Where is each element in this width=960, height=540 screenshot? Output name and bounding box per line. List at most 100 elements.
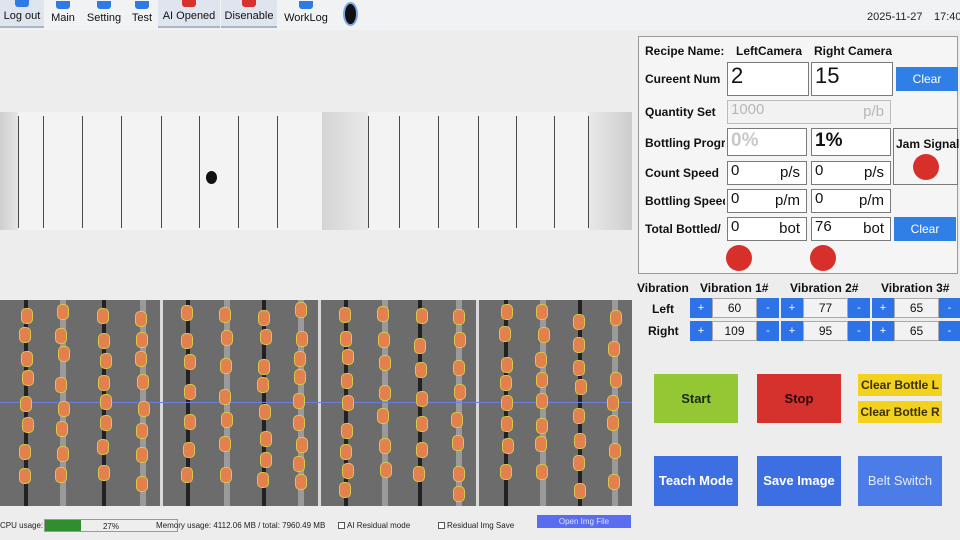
vibration-3-left-minus[interactable]: - [939, 298, 960, 318]
detected-item [501, 395, 513, 411]
quantity-set-field[interactable]: 1000 p/b [727, 100, 891, 124]
detected-item [574, 483, 586, 499]
detected-item [379, 385, 391, 401]
detected-item [573, 337, 585, 353]
detected-item [339, 482, 351, 498]
current-num-left-field: 2 [727, 62, 809, 96]
detected-item [536, 372, 548, 388]
jam-signal-label: Jam Signal [896, 137, 960, 151]
vibration-1-header: Vibration 1# [700, 281, 769, 295]
detected-item [19, 444, 31, 460]
detected-item [608, 341, 620, 357]
detected-item [415, 362, 427, 378]
detected-item [55, 377, 67, 393]
detected-item [574, 433, 586, 449]
vibration-title: Vibration [637, 281, 689, 295]
residual-img-checkbox[interactable]: Residual Img Save [438, 521, 514, 530]
vibration-1-right-minus[interactable]: - [757, 321, 779, 341]
time-text: 17:40 [934, 11, 960, 23]
vibration-1-right-plus[interactable]: + [690, 321, 712, 341]
vibration-2-right-minus[interactable]: - [848, 321, 870, 341]
vibration-2-right-control: + 95 - [781, 321, 871, 341]
vibration-3-right-value: 65 [894, 321, 939, 341]
detected-item [19, 327, 31, 343]
vibration-1-right-control: + 109 - [690, 321, 780, 341]
logout-button[interactable]: Log out [0, 0, 44, 28]
detected-item [19, 468, 31, 484]
right-camera-header: Right Camera [814, 44, 893, 58]
vibration-left-label: Left [652, 302, 674, 316]
stop-button[interactable]: Stop [757, 374, 841, 423]
detected-item [181, 305, 193, 321]
clear-bottle-l-button[interactable]: Clear Bottle L [858, 374, 942, 396]
detected-item [502, 438, 514, 454]
main-button[interactable]: Main [45, 0, 81, 28]
detected-item [342, 395, 354, 411]
detected-item [136, 476, 148, 492]
disenable-button[interactable]: Disenable [221, 0, 277, 28]
top-toolbar: Log out Main Setting Test AI Opened Dise… [0, 0, 960, 30]
vibration-1-left-plus[interactable]: + [690, 298, 712, 318]
vibration-3-header: Vibration 3# [881, 281, 950, 295]
save-image-button[interactable]: Save Image [757, 456, 841, 506]
vibration-3-left-value: 65 [894, 298, 939, 318]
ai-opened-button[interactable]: AI Opened [158, 0, 220, 28]
detected-item [453, 309, 465, 325]
vibration-2-header: Vibration 2# [790, 281, 859, 295]
clear-current-num-button[interactable]: Clear [896, 67, 958, 91]
detected-item [377, 306, 389, 322]
detected-item [342, 463, 354, 479]
vibration-3-right-minus[interactable]: - [939, 321, 960, 341]
detected-item [341, 423, 353, 439]
setting-button[interactable]: Setting [82, 0, 126, 28]
detected-item [221, 412, 233, 428]
ai-icon [182, 0, 196, 7]
start-button[interactable]: Start [654, 374, 738, 423]
clear-bottle-r-button[interactable]: Clear Bottle R [858, 401, 942, 423]
detected-item [97, 308, 109, 324]
detected-item [296, 437, 308, 453]
vibration-3-right-plus[interactable]: + [872, 321, 894, 341]
detected-item [538, 327, 550, 343]
detected-item [536, 418, 548, 434]
detected-item [573, 408, 585, 424]
detected-item [452, 435, 464, 451]
detected-item [21, 308, 33, 324]
teach-mode-button[interactable]: Teach Mode [654, 456, 738, 506]
vibration-3-right-control: + 65 - [872, 321, 960, 341]
detected-item [22, 370, 34, 386]
current-num-right-field: 15 [811, 62, 893, 96]
vibration-3-left-plus[interactable]: + [872, 298, 894, 318]
vibration-2-right-value: 95 [803, 321, 848, 341]
vibration-1-left-minus[interactable]: - [757, 298, 779, 318]
current-num-label: Cureent Num [645, 72, 721, 86]
detected-item [257, 377, 269, 393]
ai-residual-checkbox[interactable]: AI Residual mode [338, 521, 410, 530]
detected-item [501, 416, 513, 432]
detected-item [340, 331, 352, 347]
recipe-name-label: Recipe Name: [645, 44, 725, 58]
detected-item [55, 328, 67, 344]
vibration-2-left-minus[interactable]: - [848, 298, 870, 318]
detected-item [607, 415, 619, 431]
detected-item [100, 394, 112, 410]
belt-switch-button[interactable]: Belt Switch [858, 456, 942, 506]
vibration-1-right-value: 109 [712, 321, 757, 341]
bottling-progress-label: Bottling Progress [645, 136, 725, 150]
vibration-2-left-plus[interactable]: + [781, 298, 803, 318]
detected-item [135, 311, 147, 327]
detected-item [293, 456, 305, 472]
logout-icon [15, 0, 29, 7]
open-img-file-button[interactable]: Open Img File [537, 515, 631, 528]
monitor-icon [56, 1, 70, 9]
test-icon [135, 1, 149, 9]
clear-total-bottled-button[interactable]: Clear [894, 217, 956, 241]
worklog-button[interactable]: WorkLog [280, 0, 332, 28]
detected-item [219, 389, 231, 405]
status-bar: CPU usage: 27% Memory usage: 4112.06 MB … [0, 512, 640, 540]
test-button[interactable]: Test [127, 0, 157, 28]
right-status-indicator [810, 245, 836, 271]
vibration-2-left-value: 77 [803, 298, 848, 318]
bottling-speed-right-field: 0 p/m [811, 189, 891, 213]
vibration-2-right-plus[interactable]: + [781, 321, 803, 341]
